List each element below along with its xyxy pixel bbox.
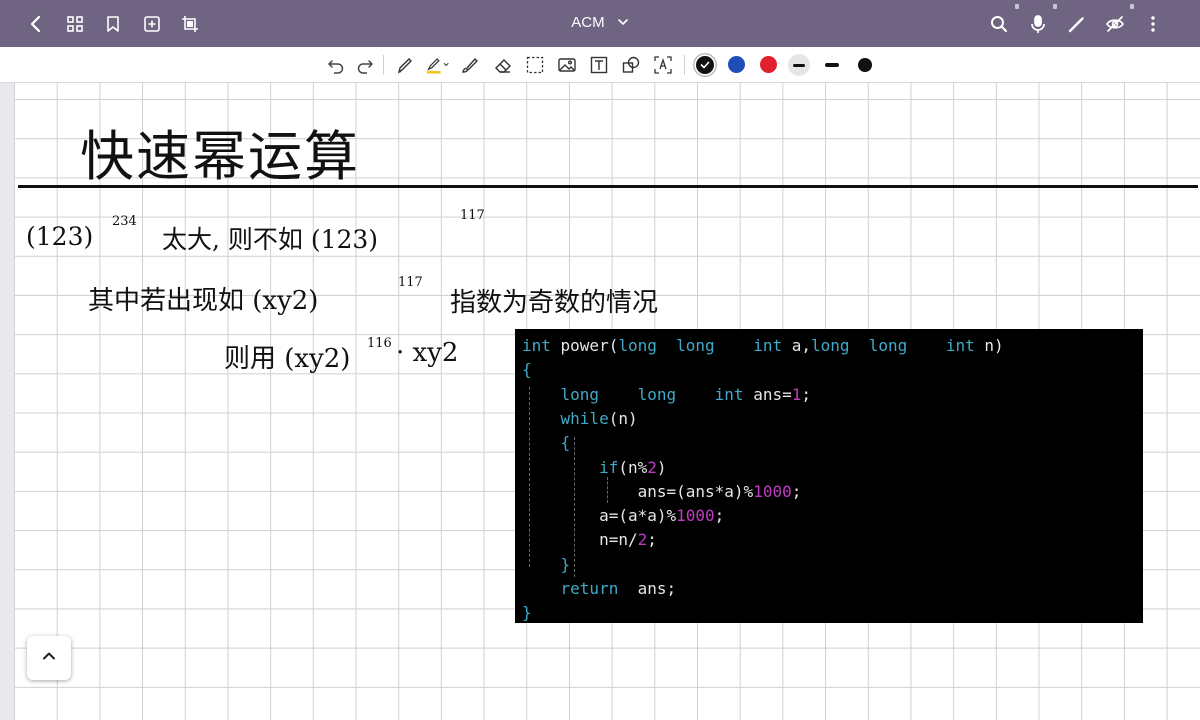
search-icon[interactable] — [987, 12, 1011, 36]
hide-icon[interactable] — [1103, 12, 1127, 36]
handwritten-heading: 快速幂运算 — [80, 125, 360, 188]
code-token: ) — [656, 457, 667, 477]
handwritten-line-3-tail: · xy2 — [396, 338, 459, 368]
undo-icon[interactable] — [324, 53, 348, 77]
more-icon[interactable] — [1141, 12, 1165, 36]
handwritten-line-3-text: 则用 (xy2) — [224, 344, 351, 374]
code-token: return — [522, 579, 638, 598]
handwritten-line-2-tail: 指数为奇数的情况 — [450, 288, 659, 318]
code-token: long long int — [522, 384, 754, 404]
code-token: if — [522, 457, 619, 477]
code-token: int — [522, 336, 561, 355]
handwritten-line-1-exponent-2: 117 — [460, 208, 485, 223]
chevron-up-icon — [40, 647, 58, 669]
code-token: 1000 — [753, 481, 792, 501]
notebook-title: ACM — [571, 14, 605, 31]
drawing-toolbar — [0, 47, 1200, 83]
lasso-select-icon[interactable] — [523, 53, 547, 77]
code-token: ; — [714, 506, 725, 526]
code-token: n=n/ — [522, 530, 638, 550]
toolbar-divider — [383, 55, 384, 75]
code-token: 1000 — [676, 506, 715, 526]
notebook-title-dropdown[interactable]: ACM — [0, 14, 1200, 32]
eraser-icon[interactable] — [491, 53, 515, 77]
text-recognition-icon[interactable] — [651, 53, 675, 77]
handwritten-line-2-exponent: 117 — [398, 275, 423, 290]
highlighter-icon[interactable] — [426, 53, 450, 77]
pen-indicator-dot — [1130, 4, 1134, 9]
code-line: if(n%2) — [522, 456, 667, 480]
code-line: } — [522, 601, 532, 623]
brush-icon[interactable] — [458, 53, 482, 77]
code-screenshot-image[interactable]: int power(long long int a,long long int … — [515, 329, 1143, 623]
code-token: } — [522, 554, 571, 574]
microphone-icon[interactable] — [1026, 12, 1050, 36]
redo-icon[interactable] — [353, 53, 377, 77]
code-token: power( — [560, 336, 619, 355]
heading-underline — [18, 185, 1198, 188]
code-token: long long int — [618, 336, 792, 355]
code-line: { — [522, 431, 571, 455]
toolbar-divider — [684, 55, 685, 75]
pen-indicator-dot — [1053, 4, 1057, 9]
code-line: n=n/2; — [522, 528, 657, 552]
stroke-width-medium[interactable] — [825, 63, 839, 67]
code-token: { — [522, 360, 532, 380]
shape-icon[interactable] — [619, 53, 643, 77]
top-app-bar: ACM — [0, 0, 1200, 47]
code-token: long long int — [810, 336, 985, 355]
code-token: ; — [801, 384, 811, 404]
code-token: 2 — [647, 457, 657, 477]
handwritten-line-3-exponent: 116 — [367, 336, 392, 351]
code-token: } — [522, 603, 532, 623]
code-line: int power(long long int a,long long int … — [522, 334, 1004, 358]
handwritten-line-1-base: (123) — [26, 222, 94, 251]
handwritten-line-1-exponent: 234 — [112, 214, 137, 229]
color-swatch-red[interactable] — [760, 56, 777, 73]
canvas-margin — [0, 83, 15, 720]
code-line: { — [522, 358, 532, 382]
code-line: ans=(ans*a)%1000; — [522, 480, 802, 504]
handwritten-line-1-text: 太大, 则不如 (123) — [162, 225, 379, 254]
code-token: n) — [984, 336, 1004, 355]
pencil-icon[interactable] — [393, 53, 417, 77]
code-line: a=(a*a)%1000; — [522, 504, 724, 528]
pen-indicator-dot — [1015, 4, 1019, 9]
code-token: (n) — [608, 408, 638, 428]
code-line: long long int ans=1; — [522, 383, 811, 407]
pen-icon[interactable] — [1065, 12, 1089, 36]
code-line: while(n) — [522, 407, 638, 431]
code-line: return ans; — [522, 577, 677, 601]
stroke-width-thick[interactable] — [858, 58, 872, 72]
code-token: ans=(ans*a)% — [522, 481, 754, 501]
handwritten-line-2-text: 其中若出现如 (xy2) — [88, 286, 319, 316]
code-token: a, — [791, 336, 811, 355]
code-token: 1 — [791, 384, 802, 404]
text-box-icon[interactable] — [587, 53, 611, 77]
code-token: ans= — [753, 384, 792, 404]
image-icon[interactable] — [555, 53, 579, 77]
color-swatch-black[interactable] — [696, 56, 714, 74]
code-token: a=(a*a)% — [522, 506, 677, 526]
code-token: (n% — [618, 457, 648, 477]
code-line: } — [522, 553, 571, 577]
scroll-to-top-button[interactable] — [27, 636, 71, 680]
code-token: { — [522, 433, 571, 453]
code-token: ; — [791, 481, 802, 501]
code-token: 2 — [637, 530, 648, 550]
chevron-down-icon — [617, 15, 629, 32]
color-swatch-blue[interactable] — [728, 56, 745, 73]
code-token: ans; — [637, 579, 677, 598]
stroke-width-thin-selected[interactable] — [788, 54, 810, 76]
code-token: while — [522, 408, 609, 428]
code-token: ; — [647, 530, 657, 550]
